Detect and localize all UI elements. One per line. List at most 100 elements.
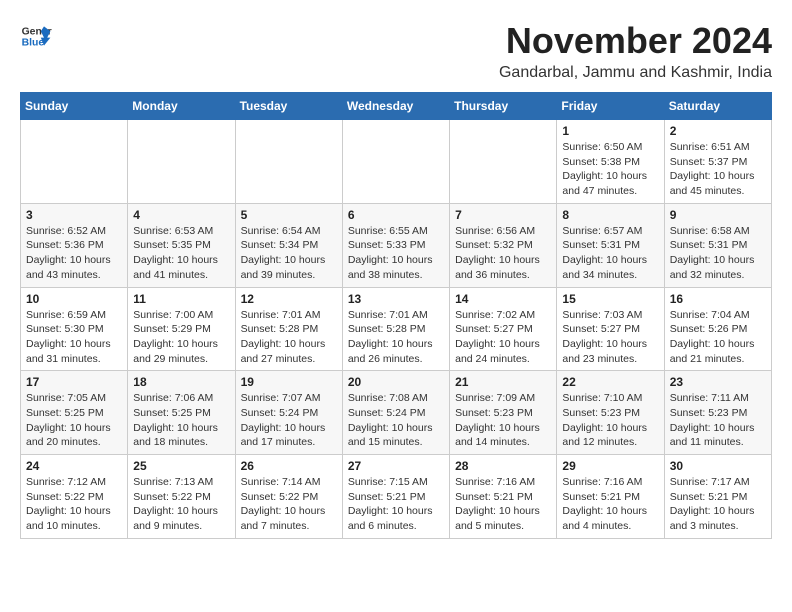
day-info: Sunrise: 6:57 AM Sunset: 5:31 PM Dayligh… [562, 224, 658, 283]
day-number: 14 [455, 292, 551, 306]
day-number: 12 [241, 292, 337, 306]
day-info: Sunrise: 6:50 AM Sunset: 5:38 PM Dayligh… [562, 140, 658, 199]
calendar-cell: 24 Sunrise: 7:12 AM Sunset: 5:22 PM Dayli… [21, 455, 128, 539]
day-number: 17 [26, 375, 122, 389]
day-info: Sunrise: 7:16 AM Sunset: 5:21 PM Dayligh… [455, 475, 551, 534]
calendar-week-row: 17 Sunrise: 7:05 AM Sunset: 5:25 PM Dayli… [21, 371, 772, 455]
day-info: Sunrise: 7:05 AM Sunset: 5:25 PM Dayligh… [26, 391, 122, 450]
day-info: Sunrise: 7:11 AM Sunset: 5:23 PM Dayligh… [670, 391, 766, 450]
weekday-header-friday: Friday [557, 93, 664, 120]
title-block: November 2024 Gandarbal, Jammu and Kashm… [499, 20, 772, 82]
calendar-cell: 6 Sunrise: 6:55 AM Sunset: 5:33 PM Daylig… [342, 203, 449, 287]
weekday-header-saturday: Saturday [664, 93, 771, 120]
logo-icon: General Blue [20, 20, 52, 52]
day-number: 25 [133, 459, 229, 473]
day-number: 6 [348, 208, 444, 222]
calendar-cell: 2Sunrise: 6:51 AM Sunset: 5:37 PM Daylig… [664, 120, 771, 204]
calendar-week-row: 10 Sunrise: 6:59 AM Sunset: 5:30 PM Dayli… [21, 287, 772, 371]
day-info: Sunrise: 6:53 AM Sunset: 5:35 PM Dayligh… [133, 224, 229, 283]
calendar-cell [450, 120, 557, 204]
calendar-cell: 30 Sunrise: 7:17 AM Sunset: 5:21 PM Dayli… [664, 455, 771, 539]
day-number: 4 [133, 208, 229, 222]
day-info: Sunrise: 6:55 AM Sunset: 5:33 PM Dayligh… [348, 224, 444, 283]
day-number: 19 [241, 375, 337, 389]
day-info: Sunrise: 7:16 AM Sunset: 5:21 PM Dayligh… [562, 475, 658, 534]
month-title: November 2024 [499, 20, 772, 62]
calendar-cell: 12 Sunrise: 7:01 AM Sunset: 5:28 PM Dayli… [235, 287, 342, 371]
day-info: Sunrise: 7:10 AM Sunset: 5:23 PM Dayligh… [562, 391, 658, 450]
calendar-cell: 5 Sunrise: 6:54 AM Sunset: 5:34 PM Daylig… [235, 203, 342, 287]
day-number: 11 [133, 292, 229, 306]
day-info: Sunrise: 7:01 AM Sunset: 5:28 PM Dayligh… [241, 308, 337, 367]
day-number: 9 [670, 208, 766, 222]
day-number: 28 [455, 459, 551, 473]
svg-text:Blue: Blue [22, 38, 45, 49]
day-number: 10 [26, 292, 122, 306]
day-info: Sunrise: 6:54 AM Sunset: 5:34 PM Dayligh… [241, 224, 337, 283]
day-info: Sunrise: 7:08 AM Sunset: 5:24 PM Dayligh… [348, 391, 444, 450]
weekday-header-monday: Monday [128, 93, 235, 120]
calendar-cell: 7Sunrise: 6:56 AM Sunset: 5:32 PM Daylig… [450, 203, 557, 287]
calendar-cell: 19Sunrise: 7:07 AM Sunset: 5:24 PM Dayli… [235, 371, 342, 455]
day-info: Sunrise: 6:52 AM Sunset: 5:36 PM Dayligh… [26, 224, 122, 283]
day-number: 13 [348, 292, 444, 306]
day-info: Sunrise: 6:59 AM Sunset: 5:30 PM Dayligh… [26, 308, 122, 367]
calendar-cell [342, 120, 449, 204]
calendar-cell: 16Sunrise: 7:04 AM Sunset: 5:26 PM Dayli… [664, 287, 771, 371]
day-number: 8 [562, 208, 658, 222]
day-info: Sunrise: 6:58 AM Sunset: 5:31 PM Dayligh… [670, 224, 766, 283]
calendar-cell: 8 Sunrise: 6:57 AM Sunset: 5:31 PM Daylig… [557, 203, 664, 287]
calendar-week-row: 1 Sunrise: 6:50 AM Sunset: 5:38 PM Daylig… [21, 120, 772, 204]
calendar-cell: 11 Sunrise: 7:00 AM Sunset: 5:29 PM Dayli… [128, 287, 235, 371]
day-number: 16 [670, 292, 766, 306]
calendar-cell: 13Sunrise: 7:01 AM Sunset: 5:28 PM Dayli… [342, 287, 449, 371]
calendar-cell: 29 Sunrise: 7:16 AM Sunset: 5:21 PM Dayli… [557, 455, 664, 539]
day-number: 26 [241, 459, 337, 473]
day-number: 1 [562, 124, 658, 138]
day-info: Sunrise: 7:12 AM Sunset: 5:22 PM Dayligh… [26, 475, 122, 534]
day-info: Sunrise: 7:00 AM Sunset: 5:29 PM Dayligh… [133, 308, 229, 367]
calendar-cell: 10 Sunrise: 6:59 AM Sunset: 5:30 PM Dayli… [21, 287, 128, 371]
calendar-week-row: 3Sunrise: 6:52 AM Sunset: 5:36 PM Daylig… [21, 203, 772, 287]
day-info: Sunrise: 7:02 AM Sunset: 5:27 PM Dayligh… [455, 308, 551, 367]
calendar-cell [235, 120, 342, 204]
day-info: Sunrise: 7:13 AM Sunset: 5:22 PM Dayligh… [133, 475, 229, 534]
calendar-cell: 20Sunrise: 7:08 AM Sunset: 5:24 PM Dayli… [342, 371, 449, 455]
calendar-cell: 4 Sunrise: 6:53 AM Sunset: 5:35 PM Daylig… [128, 203, 235, 287]
calendar-cell: 28 Sunrise: 7:16 AM Sunset: 5:21 PM Dayli… [450, 455, 557, 539]
calendar-table: SundayMondayTuesdayWednesdayThursdayFrid… [20, 92, 772, 539]
calendar-header-row: SundayMondayTuesdayWednesdayThursdayFrid… [21, 93, 772, 120]
weekday-header-tuesday: Tuesday [235, 93, 342, 120]
day-info: Sunrise: 7:15 AM Sunset: 5:21 PM Dayligh… [348, 475, 444, 534]
day-number: 7 [455, 208, 551, 222]
day-number: 23 [670, 375, 766, 389]
calendar-cell: 15Sunrise: 7:03 AM Sunset: 5:27 PM Dayli… [557, 287, 664, 371]
calendar-cell: 17 Sunrise: 7:05 AM Sunset: 5:25 PM Dayli… [21, 371, 128, 455]
day-number: 18 [133, 375, 229, 389]
weekday-header-thursday: Thursday [450, 93, 557, 120]
day-number: 30 [670, 459, 766, 473]
calendar-cell: 26Sunrise: 7:14 AM Sunset: 5:22 PM Dayli… [235, 455, 342, 539]
calendar-cell [128, 120, 235, 204]
logo: General Blue [20, 20, 52, 52]
day-number: 22 [562, 375, 658, 389]
calendar-cell: 21Sunrise: 7:09 AM Sunset: 5:23 PM Dayli… [450, 371, 557, 455]
calendar-cell: 22 Sunrise: 7:10 AM Sunset: 5:23 PM Dayli… [557, 371, 664, 455]
day-number: 21 [455, 375, 551, 389]
calendar-cell: 27 Sunrise: 7:15 AM Sunset: 5:21 PM Dayli… [342, 455, 449, 539]
day-info: Sunrise: 6:51 AM Sunset: 5:37 PM Dayligh… [670, 140, 766, 199]
calendar-cell: 14 Sunrise: 7:02 AM Sunset: 5:27 PM Dayli… [450, 287, 557, 371]
day-number: 24 [26, 459, 122, 473]
calendar-cell [21, 120, 128, 204]
day-number: 29 [562, 459, 658, 473]
calendar-cell: 23 Sunrise: 7:11 AM Sunset: 5:23 PM Dayli… [664, 371, 771, 455]
day-number: 5 [241, 208, 337, 222]
weekday-header-sunday: Sunday [21, 93, 128, 120]
day-number: 27 [348, 459, 444, 473]
calendar-cell: 25 Sunrise: 7:13 AM Sunset: 5:22 PM Dayli… [128, 455, 235, 539]
day-info: Sunrise: 7:06 AM Sunset: 5:25 PM Dayligh… [133, 391, 229, 450]
day-number: 15 [562, 292, 658, 306]
page-header: General Blue November 2024 Gandarbal, Ja… [20, 20, 772, 82]
weekday-header-wednesday: Wednesday [342, 93, 449, 120]
day-info: Sunrise: 7:17 AM Sunset: 5:21 PM Dayligh… [670, 475, 766, 534]
